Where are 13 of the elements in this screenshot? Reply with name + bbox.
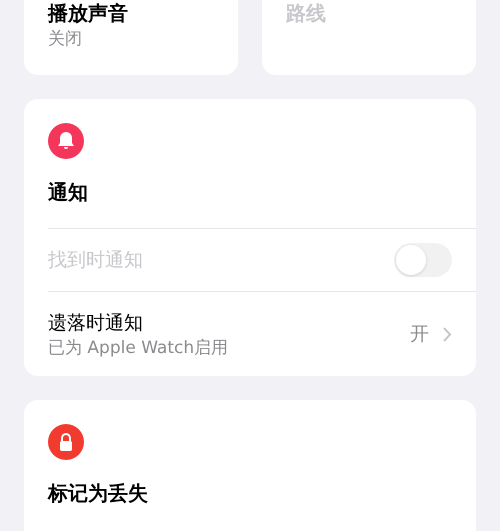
option-card[interactable]: 播放声音 关闭 — [24, 0, 238, 75]
chevron-icon[interactable] — [443, 326, 452, 342]
card-title: 路线 — [286, 0, 327, 26]
row-label: 遗落时通知 — [48, 310, 144, 336]
row-subtitle: 已为 Apple Watch启用 — [48, 336, 230, 358]
section-title: 标记为丢失 — [48, 480, 149, 506]
lock-icon — [48, 424, 84, 460]
section-title: 通知 — [48, 179, 476, 229]
card-subtitle: 关闭 — [48, 28, 83, 51]
card-title: 播放声音 — [48, 0, 129, 26]
row-value: 开 — [410, 322, 429, 347]
row-label: 找到时通知 — [48, 248, 144, 273]
bell-icon — [48, 123, 84, 159]
